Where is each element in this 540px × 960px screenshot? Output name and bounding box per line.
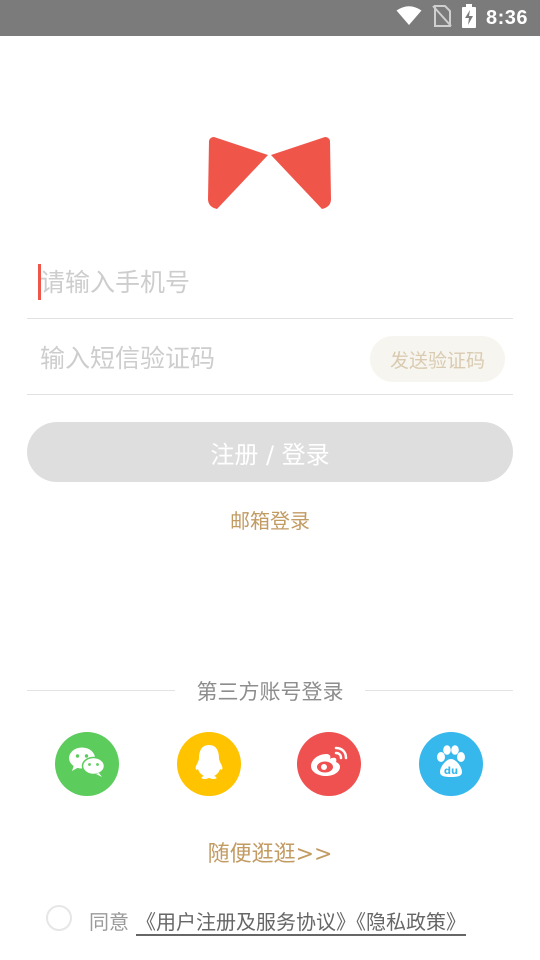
phone-input[interactable] [40,260,360,304]
wechat-icon [68,746,106,782]
sms-code-input[interactable] [40,336,340,380]
agreement-checkbox[interactable] [46,905,72,931]
battery-charging-icon [461,4,476,32]
weibo-icon [309,745,349,783]
agreement-prefix: 同意 [89,910,129,934]
divider-right [365,690,513,691]
register-login-button[interactable]: 注册 / 登录 [27,422,513,482]
qq-login-button[interactable] [177,732,241,796]
baidu-login-button[interactable]: du [419,732,483,796]
phone-field-row [27,246,513,319]
baidu-icon: du [432,743,470,785]
send-code-button[interactable]: 发送验证码 [370,336,505,382]
email-login-link[interactable]: 邮箱登录 [0,505,540,534]
weibo-login-button[interactable] [297,732,361,796]
wifi-icon [396,6,422,30]
status-bar: 8:36 [0,0,540,36]
svg-text:du: du [444,766,458,777]
agreement-row: 同意 《用户注册及服务协议》《隐私政策》 [46,903,516,935]
terms-privacy-link[interactable]: 《用户注册及服务协议》《隐私政策》 [136,906,466,935]
wechat-login-button[interactable] [55,732,119,796]
third-party-title: 第三方账号登录 [196,680,344,704]
no-sim-icon [432,5,452,31]
bow-tie-logo [208,137,332,211]
status-time: 8:36 [485,6,528,29]
status-icons: 8:36 [396,0,528,36]
browse-as-guest-link[interactable]: 随便逛逛>> [0,836,540,868]
code-field-row: 发送验证码 [27,322,513,395]
third-party-header: 第三方账号登录 [27,676,513,706]
qq-icon [194,744,224,784]
